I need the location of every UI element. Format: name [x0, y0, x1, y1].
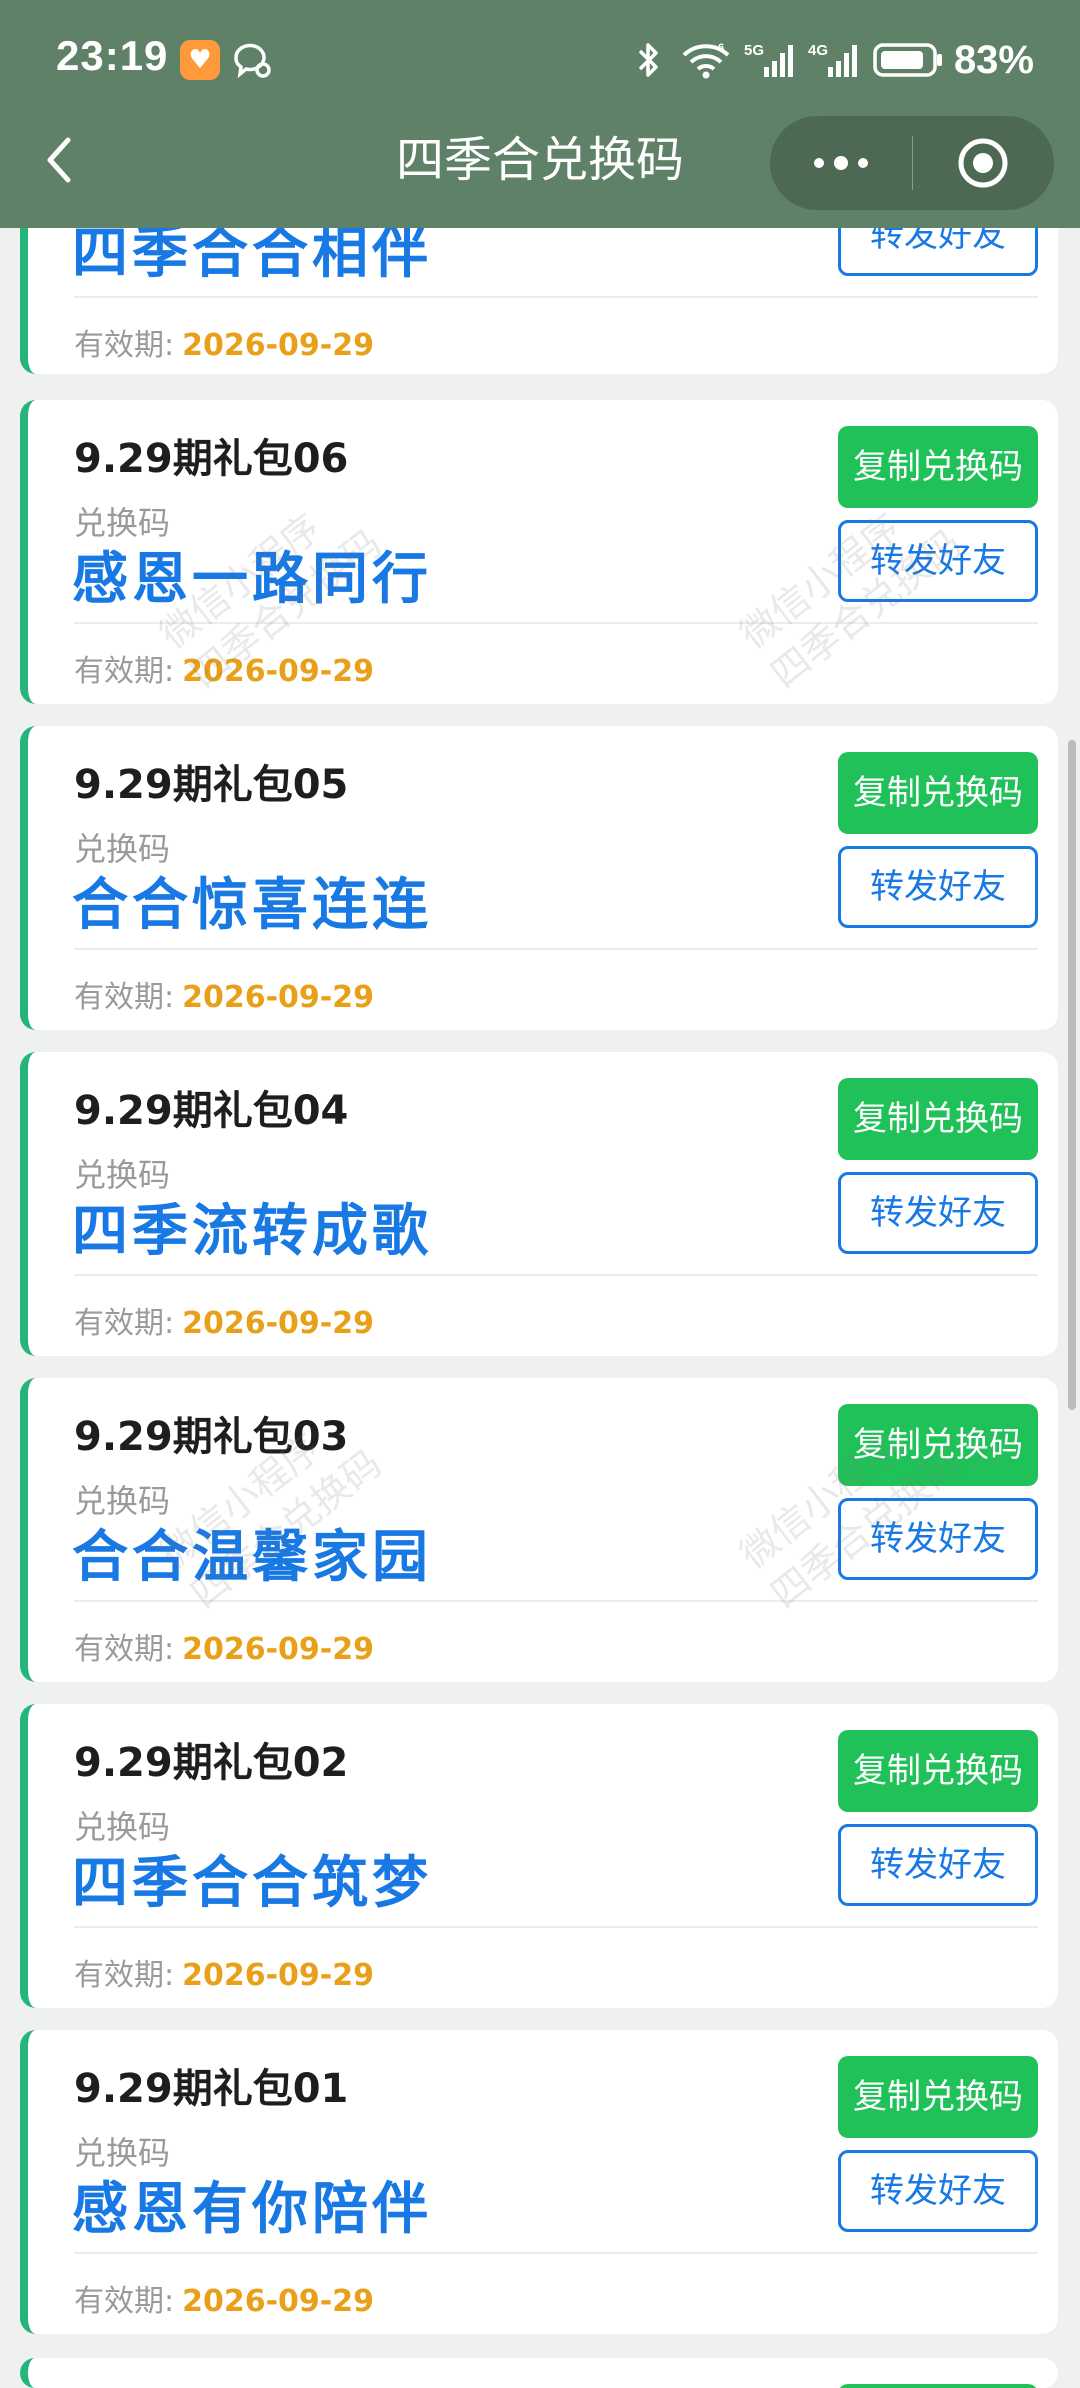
redeem-code: 四季流转成歌 [72, 1199, 432, 1264]
card-title: 9.29期礼包01 [74, 2066, 349, 2112]
battery-level: 83% [953, 37, 1034, 82]
expire-label: 有效期: [74, 980, 175, 1015]
copy-code-button[interactable] [838, 2384, 1038, 2388]
wifi-icon: 6 [682, 42, 730, 79]
share-friend-button[interactable]: 转发好友 [838, 846, 1038, 928]
expire-date: 2026-09-29 [182, 2284, 375, 2319]
redeem-code: 合合惊喜连连 [72, 873, 432, 938]
share-friend-button[interactable]: 转发好友 [838, 2150, 1038, 2232]
code-card: 9.29期礼包03 兑换码 合合温馨家园 复制兑换码 转发好友 有效期: 2026… [20, 1378, 1058, 1682]
expire-date: 2026-09-29 [182, 1632, 375, 1667]
redeem-code: 四季合合筑梦 [72, 1851, 432, 1916]
code-card: 9.29期礼包04 兑换码 四季流转成歌 复制兑换码 转发好友 有效期: 2026… [20, 1052, 1058, 1356]
close-button[interactable] [913, 116, 1055, 210]
chat-bubble-icon [234, 43, 271, 79]
card-divider [74, 1274, 1038, 1276]
code-card: 9.29期礼包05 兑换码 合合惊喜连连 复制兑换码 转发好友 有效期: 2026… [20, 726, 1058, 1030]
code-card: 9.29期礼包02 兑换码 四季合合筑梦 复制兑换码 转发好友 有效期: 2026… [20, 1704, 1058, 2008]
battery-icon [873, 43, 942, 77]
expire-date: 2026-09-29 [182, 328, 375, 363]
status-time: 23:19 [56, 32, 169, 79]
card-title: 9.29期礼包03 [74, 1414, 349, 1460]
card-title: 9.29期礼包06 [74, 436, 349, 482]
more-button[interactable] [770, 116, 912, 210]
expire-label: 有效期: [74, 1632, 175, 1667]
copy-code-button[interactable]: 复制兑换码 [838, 1730, 1038, 1812]
copy-code-button[interactable]: 复制兑换码 [838, 1078, 1038, 1160]
card-divider [74, 622, 1038, 624]
expire-label: 有效期: [74, 328, 175, 363]
expire-label: 有效期: [74, 2284, 175, 2319]
svg-text:4G: 4G [808, 42, 828, 59]
card-divider [74, 1926, 1038, 1928]
copy-code-button[interactable]: 复制兑换码 [838, 752, 1038, 834]
expire-label: 有效期: [74, 1306, 175, 1341]
record-target-icon [958, 138, 1008, 188]
app-icon: ♥ [180, 40, 220, 80]
share-friend-button[interactable]: 转发好友 [838, 520, 1038, 602]
expire-date: 2026-09-29 [182, 980, 375, 1015]
svg-text:6: 6 [718, 42, 724, 54]
expire-row: 有效期: 2026-09-29 [74, 972, 374, 1016]
expire-label: 有效期: [74, 1958, 175, 1993]
signal-5g-icon: 5G [744, 42, 793, 77]
expire-row: 有效期: 2026-09-29 [74, 320, 374, 364]
svg-text:5G: 5G [744, 42, 764, 59]
card-divider [74, 1600, 1038, 1602]
signal-4g-icon: 4G [808, 42, 857, 77]
card-title: 9.29期礼包04 [74, 1088, 349, 1134]
code-card: 9.29期礼包06 兑换码 感恩一路同行 复制兑换码 转发好友 有效期: 2026… [20, 400, 1058, 704]
redeem-code: 感恩有你陪伴 [72, 2177, 432, 2242]
expire-row: 有效期: 2026-09-29 [74, 646, 374, 690]
mini-program-capsule [770, 116, 1054, 210]
card-title: 9.29期礼包05 [74, 762, 349, 808]
card-divider [74, 948, 1038, 950]
card-divider [74, 2252, 1038, 2254]
more-dots-icon [813, 156, 868, 170]
bluetooth-icon [638, 43, 658, 77]
expire-date: 2026-09-29 [182, 654, 375, 689]
copy-code-button[interactable]: 复制兑换码 [838, 2056, 1038, 2138]
status-icons: 6 5G 4G 83% [628, 30, 1034, 90]
card-divider [74, 296, 1038, 298]
expire-date: 2026-09-29 [182, 1306, 375, 1341]
redeem-code: 合合温馨家园 [72, 1525, 432, 1590]
expire-row: 有效期: 2026-09-29 [74, 1624, 374, 1668]
share-friend-button[interactable]: 转发好友 [838, 1172, 1038, 1254]
card-title: 9.29期礼包02 [74, 1740, 349, 1786]
scrollbar[interactable] [1068, 740, 1076, 1410]
share-friend-button[interactable]: 转发好友 [838, 1824, 1038, 1906]
code-card: 9.29期礼包01 兑换码 感恩有你陪伴 复制兑换码 转发好友 有效期: 2026… [20, 2030, 1058, 2334]
code-card-partial [20, 2358, 1058, 2388]
expire-row: 有效期: 2026-09-29 [74, 1298, 374, 1342]
copy-code-button[interactable]: 复制兑换码 [838, 426, 1038, 508]
expire-label: 有效期: [74, 654, 175, 689]
redeem-code: 感恩一路同行 [72, 547, 432, 612]
expire-row: 有效期: 2026-09-29 [74, 2276, 374, 2320]
top-bar: 23:19 ♥ 6 5G 4G 83% 四季合兑换码 [0, 0, 1080, 228]
expire-row: 有效期: 2026-09-29 [74, 1950, 374, 1994]
share-friend-button[interactable]: 转发好友 [838, 1498, 1038, 1580]
expire-date: 2026-09-29 [182, 1958, 375, 1993]
copy-code-button[interactable]: 复制兑换码 [838, 1404, 1038, 1486]
